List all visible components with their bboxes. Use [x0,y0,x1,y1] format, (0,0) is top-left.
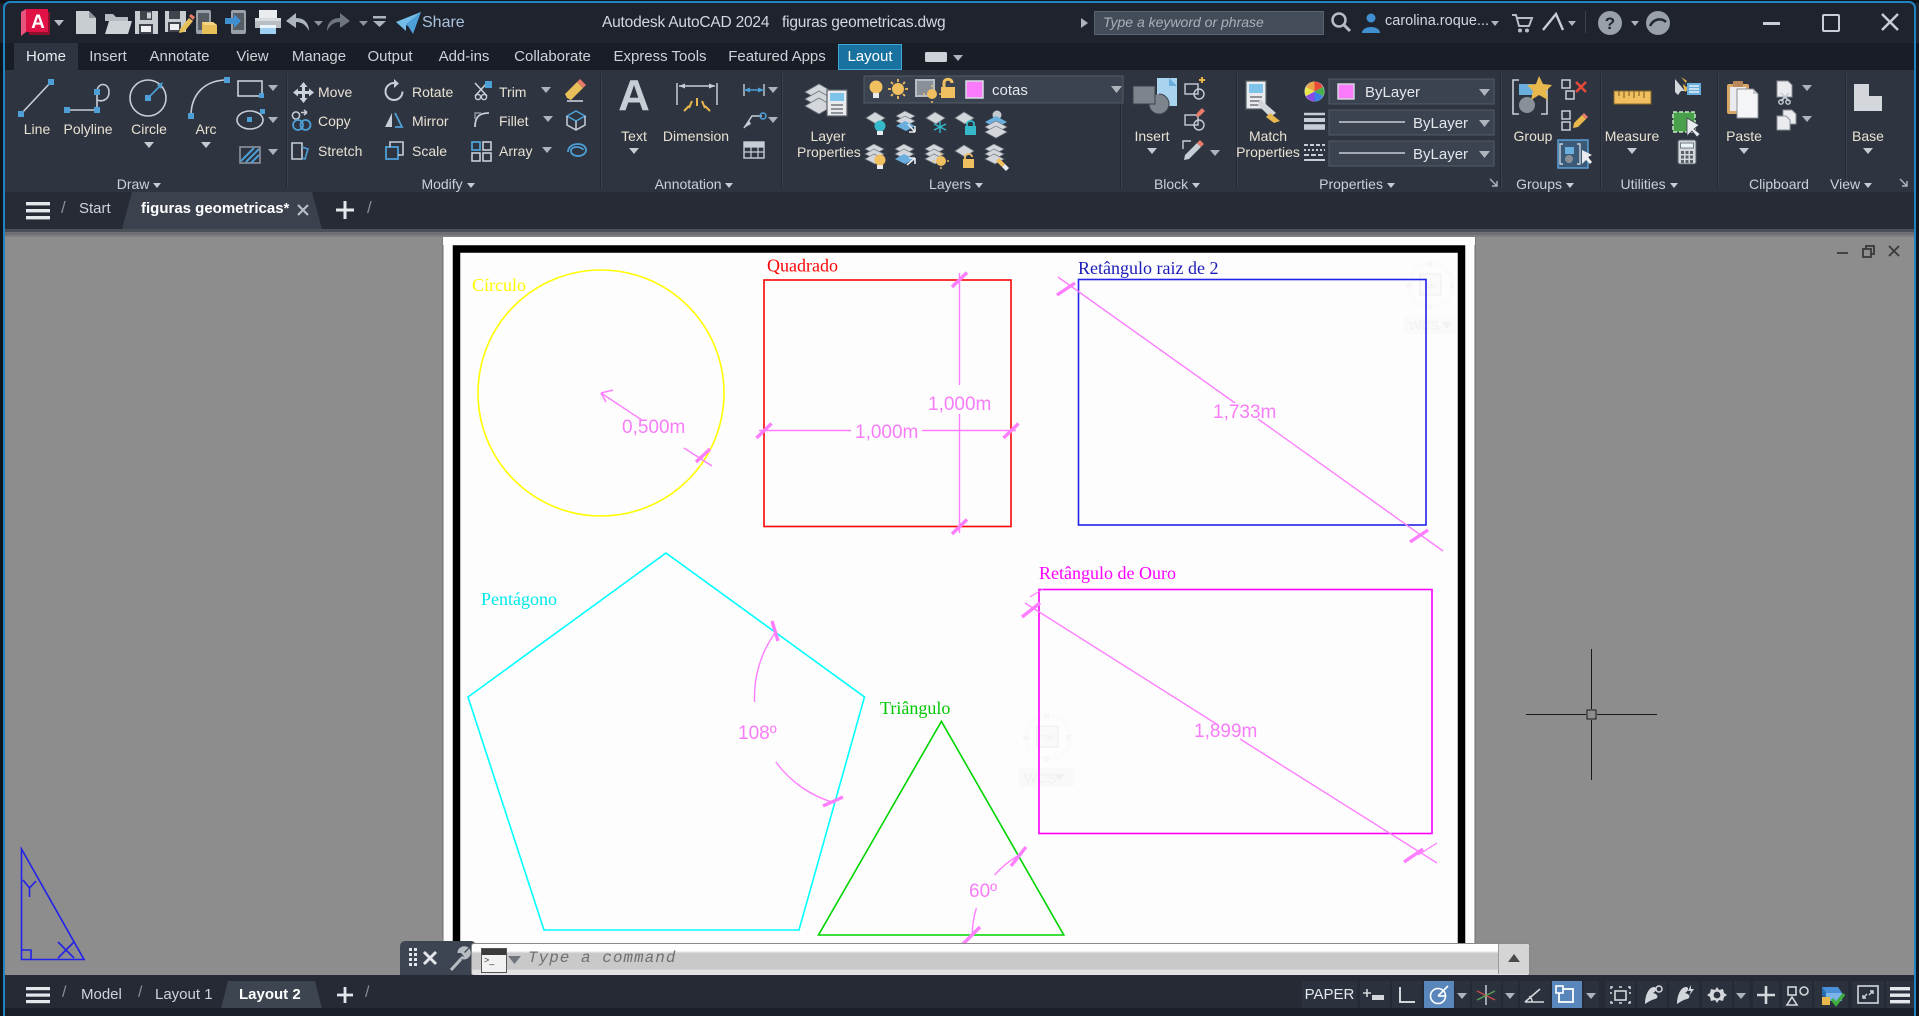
svg-text:TOP: TOP [1041,736,1053,742]
svg-text:WCS: WCS [1024,770,1057,786]
svg-text:ByLayer: ByLayer [1365,84,1420,101]
svg-text:A: A [618,71,650,120]
svg-text:Retângulo raiz de 2: Retângulo raiz de 2 [1078,258,1218,278]
svg-text:1,000m: 1,000m [928,394,991,415]
svg-text:Retângulo de Ouro: Retângulo de Ouro [1039,563,1176,583]
svg-text:1,733m: 1,733m [1213,402,1276,423]
svg-text:S: S [1428,304,1433,311]
svg-text:WCS: WCS [1409,318,1440,333]
svg-text:Pentágono: Pentágono [481,589,557,609]
svg-text:cotas: cotas [992,82,1028,99]
svg-text:Triângulo: Triângulo [880,698,950,718]
svg-text:W: W [1023,735,1030,742]
svg-text:1,899m: 1,899m [1194,721,1257,742]
svg-text:E: E [1067,735,1072,742]
svg-text:1,000m: 1,000m [855,422,918,443]
svg-text:S: S [1045,756,1050,763]
svg-text:N: N [1427,262,1432,269]
svg-text:Círculo: Círculo [472,275,526,295]
svg-text:ByLayer: ByLayer [1413,146,1468,163]
svg-text:N: N [1044,714,1049,721]
svg-text:0,500m: 0,500m [622,417,685,438]
svg-text:?: ? [1605,14,1615,33]
svg-text:E: E [1450,283,1455,290]
svg-text:W: W [1406,283,1413,290]
svg-text:ByLayer: ByLayer [1413,115,1468,132]
svg-text:60º: 60º [969,881,997,902]
svg-text:Quadrado: Quadrado [767,256,838,276]
svg-text:108º: 108º [738,723,777,744]
